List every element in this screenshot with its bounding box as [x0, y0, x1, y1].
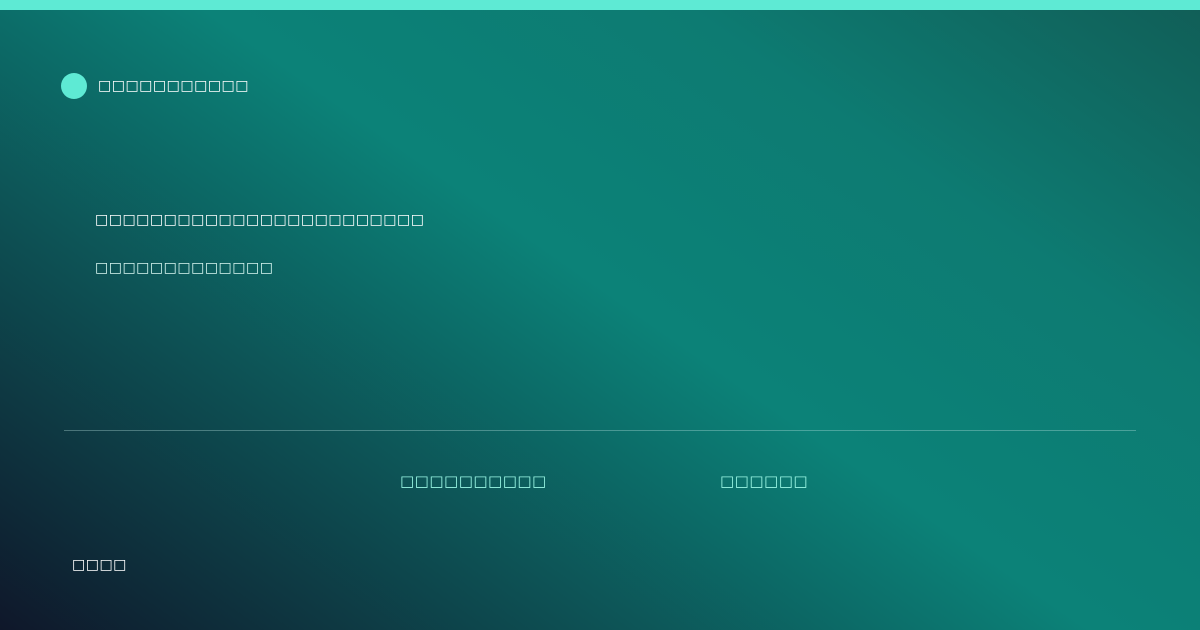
accent-top-bar	[0, 0, 1200, 10]
hero-headline: □□□□□□□□□□□□□□□□□□□□□□□□	[95, 212, 425, 228]
section-divider	[64, 430, 1136, 431]
brand-logo-dot-icon	[61, 73, 87, 99]
footer-label: □□□□	[72, 557, 127, 573]
brand: □□□□□□□□□□□	[61, 73, 249, 99]
hero-subline: □□□□□□□□□□□□□	[95, 260, 274, 276]
meta-text-right: □□□□□□	[720, 472, 809, 490]
brand-name: □□□□□□□□□□□	[98, 78, 250, 94]
meta-text-left: □□□□□□□□□□	[400, 472, 547, 490]
